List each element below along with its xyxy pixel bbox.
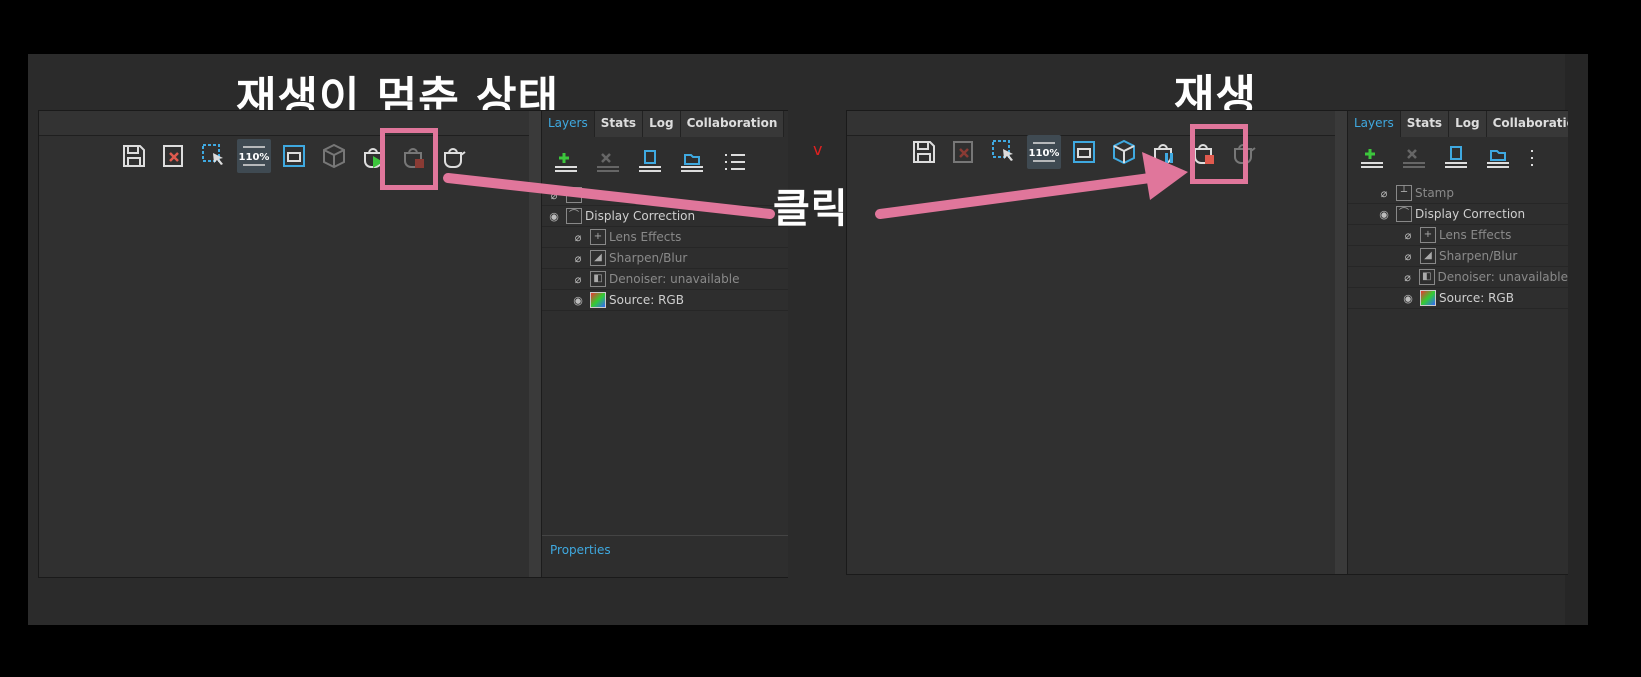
caption-click: 클릭 (773, 186, 849, 232)
arrow-left-line (443, 173, 775, 219)
annotation-arrows (443, 152, 1188, 219)
red-check-mark: v (813, 140, 823, 159)
arrow-right-line (875, 173, 1155, 219)
arrow-head (1142, 152, 1188, 200)
